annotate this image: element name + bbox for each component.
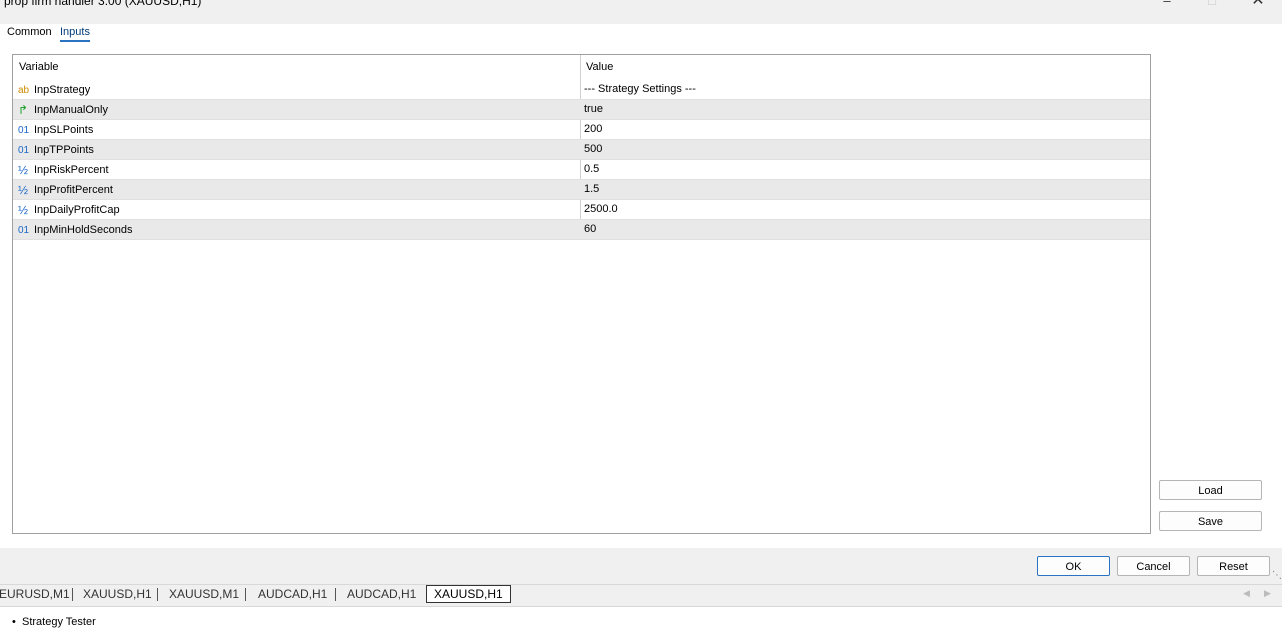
tab-common[interactable]: Common [7, 26, 52, 40]
reset-button[interactable]: Reset [1197, 556, 1270, 576]
table-row[interactable]: 01 InpTPPoints 500 [13, 140, 1150, 160]
tab-divider [245, 588, 246, 601]
tab-inputs[interactable]: Inputs [60, 26, 90, 42]
resize-grip-icon[interactable]: ⋱ [1272, 570, 1282, 582]
chart-tab[interactable]: AUDCAD,H1 [347, 587, 416, 601]
variable-value[interactable]: true [584, 103, 603, 115]
header-value[interactable]: Value [586, 61, 613, 73]
save-button[interactable]: Save [1159, 511, 1262, 531]
inputs-grid: Variable Value ab InpStrategy --- Strateg… [12, 54, 1151, 534]
variable-name: InpManualOnly [34, 104, 108, 116]
tab-divider [335, 588, 336, 601]
bullet-icon: • [12, 616, 16, 628]
double-icon: ½ [18, 183, 29, 197]
variable-value[interactable]: 60 [584, 223, 596, 235]
variable-name: InpDailyProfitCap [34, 204, 120, 216]
variable-name: InpStrategy [34, 84, 91, 96]
chart-tabs-bar: EURUSD,M1 XAUUSD,H1 XAUUSD,M1 AUDCAD,H1 … [0, 584, 1282, 605]
header-variable[interactable]: Variable [19, 61, 59, 73]
variable-value[interactable]: 2500.0 [584, 203, 618, 215]
variable-name: InpMinHoldSeconds [34, 224, 133, 236]
variable-name: InpTPPoints [34, 144, 94, 156]
double-icon: ½ [18, 163, 29, 177]
table-row[interactable]: ½ InpRiskPercent 0.5 [13, 160, 1150, 180]
table-row[interactable]: 01 InpMinHoldSeconds 60 [13, 220, 1150, 240]
variable-value[interactable]: --- Strategy Settings --- [584, 83, 696, 95]
table-row[interactable]: 01 InpSLPoints 200 [13, 120, 1150, 140]
variable-value[interactable]: 1.5 [584, 183, 599, 195]
grid-header: Variable Value [13, 55, 1150, 81]
strategy-tester-item[interactable]: • Strategy Tester [12, 616, 96, 628]
table-row[interactable]: ½ InpProfitPercent 1.5 [13, 180, 1150, 200]
int-icon: 01 [18, 124, 30, 136]
table-row[interactable]: ab InpStrategy --- Strategy Settings --- [13, 80, 1150, 100]
window-title: prop firm handler 3.00 (XAUUSD,H1) [4, 0, 202, 8]
close-icon[interactable]: ✕ [1243, 0, 1273, 12]
scroll-right-icon[interactable]: ▶ [1264, 588, 1271, 599]
variable-value[interactable]: 0.5 [584, 163, 599, 175]
tab-divider [72, 588, 73, 601]
load-button[interactable]: Load [1159, 480, 1262, 500]
ok-button[interactable]: OK [1037, 556, 1110, 576]
bool-icon: ↱ [18, 103, 29, 117]
chart-tab[interactable]: XAUUSD,H1 [83, 587, 152, 601]
title-bar: prop firm handler 3.00 (XAUUSD,H1) – □ ✕ [0, 0, 1282, 24]
string-icon: ab [18, 84, 30, 96]
scroll-left-icon[interactable]: ◀ [1243, 588, 1250, 599]
dialog-content: Common Inputs Variable Value ab InpStrate… [0, 24, 1282, 548]
toolbox-bar: • Strategy Tester [0, 606, 1282, 638]
variable-value[interactable]: 500 [584, 143, 602, 155]
variable-value[interactable]: 200 [584, 123, 602, 135]
chart-tab[interactable]: AUDCAD,H1 [258, 587, 327, 601]
double-icon: ½ [18, 203, 29, 217]
tab-divider [157, 588, 158, 601]
variable-name: InpProfitPercent [34, 184, 113, 196]
table-row[interactable]: ↱ InpManualOnly true [13, 100, 1150, 120]
table-row[interactable]: ½ InpDailyProfitCap 2500.0 [13, 200, 1150, 220]
chart-tab[interactable]: XAUUSD,M1 [169, 587, 239, 601]
variable-name: InpSLPoints [34, 124, 94, 136]
chart-tab-active[interactable]: XAUUSD,H1 [426, 585, 511, 603]
chart-tab[interactable]: EURUSD,M1 [0, 587, 70, 601]
strategy-tester-label: Strategy Tester [21, 616, 96, 628]
cancel-button[interactable]: Cancel [1117, 556, 1190, 576]
int-icon: 01 [18, 144, 30, 156]
variable-name: InpRiskPercent [34, 164, 109, 176]
int-icon: 01 [18, 224, 30, 236]
minimize-icon[interactable]: – [1152, 0, 1182, 12]
maximize-icon[interactable]: □ [1197, 0, 1227, 12]
